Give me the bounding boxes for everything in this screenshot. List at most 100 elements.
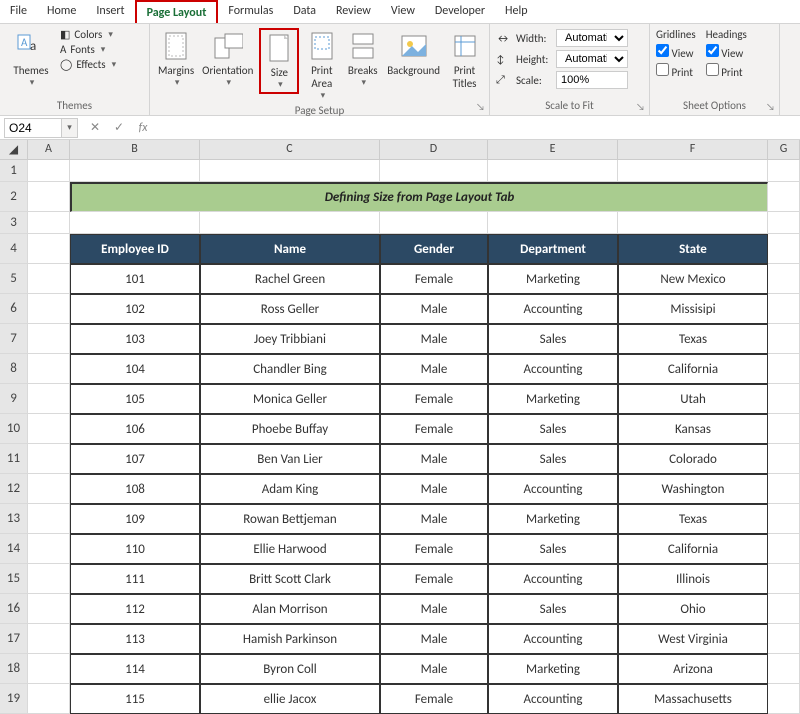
cell-gender[interactable]: Male <box>380 444 488 474</box>
cell-name[interactable]: Byron Coll <box>200 654 380 684</box>
cell-name[interactable]: Alan Morrison <box>200 594 380 624</box>
cell-gender[interactable]: Female <box>380 414 488 444</box>
cell-gender[interactable]: Male <box>380 654 488 684</box>
size-button[interactable]: Size <box>259 28 299 94</box>
cell-department[interactable]: Accounting <box>488 354 618 384</box>
row-header[interactable]: 12 <box>0 474 28 504</box>
cell-state[interactable]: New Mexico <box>618 264 768 294</box>
cell-state[interactable]: Texas <box>618 324 768 354</box>
cell[interactable] <box>618 212 768 234</box>
name-box-dropdown[interactable]: ▾ <box>62 118 78 138</box>
themes-effects[interactable]: ◯ Effects <box>60 58 116 71</box>
cell[interactable] <box>768 564 800 594</box>
cell-name[interactable]: Ross Geller <box>200 294 380 324</box>
cell-name[interactable]: Rowan Bettjeman <box>200 504 380 534</box>
cell-state[interactable]: Washington <box>618 474 768 504</box>
cell-employee-id[interactable]: 111 <box>70 564 200 594</box>
cell[interactable] <box>28 504 70 534</box>
cell[interactable] <box>768 160 800 182</box>
cell-gender[interactable]: Female <box>380 534 488 564</box>
cell[interactable] <box>768 384 800 414</box>
cell[interactable] <box>28 294 70 324</box>
cell-employee-id[interactable]: 114 <box>70 654 200 684</box>
col-header-c[interactable]: C <box>200 140 380 159</box>
cell-gender[interactable]: Male <box>380 294 488 324</box>
orientation-button[interactable]: Orientation <box>200 28 255 90</box>
cell-employee-id[interactable]: 115 <box>70 684 200 714</box>
cell[interactable] <box>768 474 800 504</box>
row-header[interactable]: 17 <box>0 624 28 654</box>
cell-name[interactable]: Adam King <box>200 474 380 504</box>
cell[interactable] <box>768 212 800 234</box>
cell-department[interactable]: Marketing <box>488 654 618 684</box>
table-header[interactable]: Name <box>200 234 380 264</box>
row-header[interactable]: 16 <box>0 594 28 624</box>
gridlines-print-check[interactable]: Print <box>656 63 696 79</box>
cell-employee-id[interactable]: 105 <box>70 384 200 414</box>
margins-button[interactable]: Margins <box>156 28 196 90</box>
cell-department[interactable]: Marketing <box>488 384 618 414</box>
cell-gender[interactable]: Male <box>380 624 488 654</box>
col-header-b[interactable]: B <box>70 140 200 159</box>
sheet-options-dialog-launcher[interactable]: ↘ <box>766 100 775 113</box>
table-header[interactable]: Gender <box>380 234 488 264</box>
title-banner[interactable]: Defining Size from Page Layout Tab <box>70 182 768 212</box>
cell-department[interactable]: Accounting <box>488 474 618 504</box>
cell-gender[interactable]: Male <box>380 594 488 624</box>
page-setup-dialog-launcher[interactable]: ↘ <box>476 100 485 113</box>
headings-print-check[interactable]: Print <box>706 63 747 79</box>
cell[interactable] <box>768 182 800 212</box>
cell-gender[interactable]: Female <box>380 564 488 594</box>
table-header[interactable]: State <box>618 234 768 264</box>
menu-developer[interactable]: Developer <box>425 0 495 23</box>
cell-name[interactable]: Ben Van Lier <box>200 444 380 474</box>
cell-state[interactable]: Arizona <box>618 654 768 684</box>
menu-help[interactable]: Help <box>495 0 538 23</box>
cell[interactable] <box>200 160 380 182</box>
formula-input[interactable] <box>152 119 800 137</box>
cell-name[interactable]: Monica Geller <box>200 384 380 414</box>
col-header-g[interactable]: G <box>768 140 800 159</box>
menu-home[interactable]: Home <box>37 0 86 23</box>
cell[interactable] <box>488 160 618 182</box>
cell[interactable] <box>768 654 800 684</box>
cell-name[interactable]: Chandler Bing <box>200 354 380 384</box>
cell-employee-id[interactable]: 107 <box>70 444 200 474</box>
cell[interactable] <box>28 384 70 414</box>
cell-department[interactable]: Sales <box>488 444 618 474</box>
cell-department[interactable]: Accounting <box>488 294 618 324</box>
cell-department[interactable]: Accounting <box>488 624 618 654</box>
themes-colors[interactable]: ◧ Colors <box>60 28 116 41</box>
cell[interactable] <box>28 212 70 234</box>
cell[interactable] <box>768 594 800 624</box>
cell[interactable] <box>768 444 800 474</box>
col-header-e[interactable]: E <box>488 140 618 159</box>
cell[interactable] <box>768 324 800 354</box>
cell[interactable] <box>618 160 768 182</box>
cell[interactable] <box>380 160 488 182</box>
table-header[interactable]: Employee ID <box>70 234 200 264</box>
row-header[interactable]: 18 <box>0 654 28 684</box>
cell[interactable] <box>28 264 70 294</box>
cell[interactable] <box>768 354 800 384</box>
cell-department[interactable]: Accounting <box>488 564 618 594</box>
cell-name[interactable]: ellie Jacox <box>200 684 380 714</box>
row-header[interactable]: 11 <box>0 444 28 474</box>
cell-name[interactable]: Britt Scott Clark <box>200 564 380 594</box>
cell-gender[interactable]: Female <box>380 384 488 414</box>
cell-employee-id[interactable]: 110 <box>70 534 200 564</box>
cell-employee-id[interactable]: 106 <box>70 414 200 444</box>
cell[interactable] <box>28 160 70 182</box>
cell-department[interactable]: Sales <box>488 594 618 624</box>
cell-name[interactable]: Rachel Green <box>200 264 380 294</box>
cell[interactable] <box>28 354 70 384</box>
cell[interactable] <box>768 414 800 444</box>
cell[interactable] <box>28 444 70 474</box>
name-box[interactable] <box>4 118 62 138</box>
cell[interactable] <box>70 160 200 182</box>
cell[interactable] <box>28 564 70 594</box>
cell-gender[interactable]: Male <box>380 324 488 354</box>
col-header-d[interactable]: D <box>380 140 488 159</box>
cell[interactable] <box>28 624 70 654</box>
menu-page-layout[interactable]: Page Layout <box>135 0 219 23</box>
